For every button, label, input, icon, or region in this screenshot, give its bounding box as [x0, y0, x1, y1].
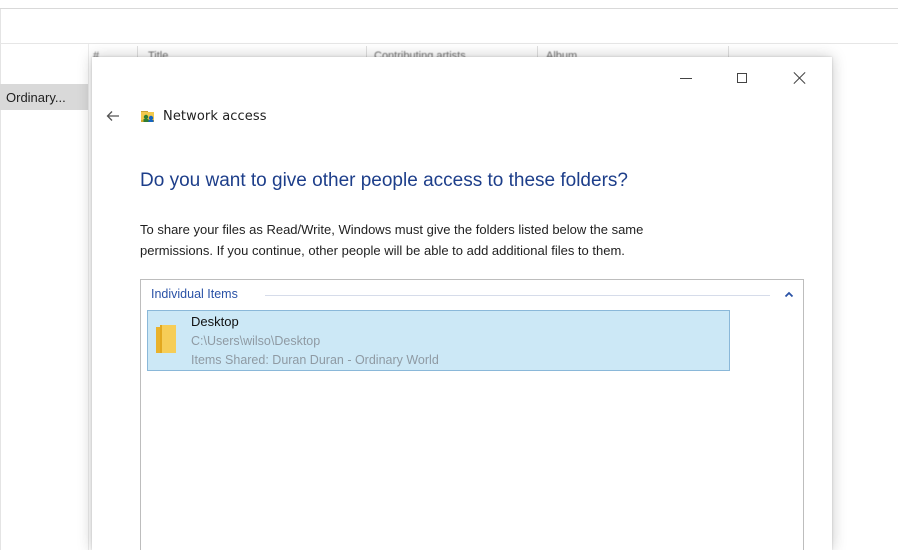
background-selected-list-item[interactable]: Ordinary...: [0, 84, 88, 110]
background-pane-divider: [88, 43, 89, 550]
network-access-dialog: Network access Do you want to give other…: [92, 57, 832, 550]
item-shared-details: Items Shared: Duran Duran - Ordinary Wor…: [191, 353, 439, 367]
folder-icon: [156, 325, 176, 353]
nav-title: Network access: [163, 108, 267, 124]
maximize-button[interactable]: [722, 65, 762, 91]
nav-title-area: Network access: [140, 106, 267, 126]
description-line-2: permissions. If you continue, other peop…: [140, 243, 625, 258]
back-arrow-icon: [106, 111, 119, 121]
screen: # Title Contributing artists Album Ordin…: [0, 0, 898, 550]
description-text: To share your files as Read/Write, Windo…: [140, 219, 780, 261]
description-line-1: To share your files as Read/Write, Windo…: [140, 222, 644, 237]
background-title-bar: [0, 9, 898, 35]
chevron-up-icon: [784, 291, 794, 297]
background-selected-item-label: Ordinary...: [6, 90, 66, 105]
minimize-button[interactable]: [666, 65, 706, 91]
minimize-icon: [680, 77, 692, 79]
group-header-individual-items: Individual Items: [151, 287, 238, 301]
item-path: C:\Users\wilso\Desktop: [191, 334, 321, 348]
group-header-divider: [265, 295, 770, 296]
back-button[interactable]: [100, 105, 126, 127]
close-icon: [793, 71, 807, 85]
item-name: Desktop: [191, 314, 239, 329]
close-button[interactable]: [780, 65, 820, 91]
maximize-icon: [737, 73, 747, 83]
collapse-group-button[interactable]: [781, 287, 797, 301]
folder-list: Individual Items Desktop C:\Users\wilso\…: [140, 279, 804, 550]
network-share-icon: [141, 111, 154, 122]
page-title: Do you want to give other people access …: [140, 170, 628, 191]
list-item-desktop[interactable]: Desktop C:\Users\wilso\Desktop Items Sha…: [147, 310, 730, 371]
